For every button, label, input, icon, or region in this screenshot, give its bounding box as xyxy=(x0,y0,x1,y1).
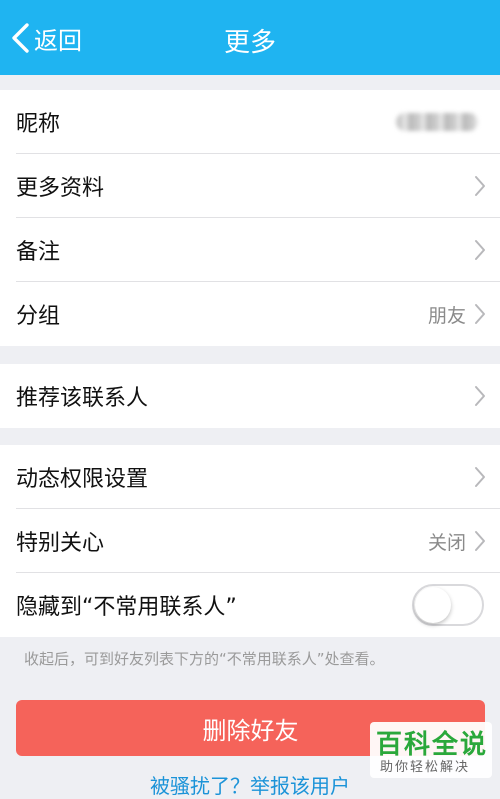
permission-row[interactable]: 动态权限设置 xyxy=(0,445,500,509)
group-label: 分组 xyxy=(16,304,61,329)
page-title: 更多 xyxy=(223,28,276,58)
chevron-right-icon xyxy=(474,466,486,488)
group-value: 朋友 xyxy=(427,304,466,327)
profile-group: 昵称 更多资料 备注 分组 朋友 xyxy=(0,90,500,346)
watermark-logo: 百科全说 助你轻松解决 xyxy=(370,722,492,778)
chevron-right-icon xyxy=(474,175,486,197)
chevron-right-icon xyxy=(474,303,486,325)
group-row[interactable]: 分组 朋友 xyxy=(0,282,500,346)
special-care-label: 特别关心 xyxy=(16,531,105,556)
special-care-value: 关闭 xyxy=(427,531,466,554)
remark-row[interactable]: 备注 xyxy=(0,218,500,282)
recommend-contact-row[interactable]: 推荐该联系人 xyxy=(0,364,500,428)
recommend-label: 推荐该联系人 xyxy=(16,386,149,411)
settings-group: 动态权限设置 特别关心 关闭 隐藏到“不常用联系人” xyxy=(0,445,500,637)
more-info-label: 更多资料 xyxy=(16,176,105,201)
top-nav-bar: 返回 更多 xyxy=(0,0,500,75)
chevron-right-icon xyxy=(474,530,486,552)
remark-label: 备注 xyxy=(16,240,61,265)
recommend-group: 推荐该联系人 xyxy=(0,364,500,428)
watermark-sub-text: 助你轻松解决 xyxy=(380,760,471,775)
nickname-label: 昵称 xyxy=(16,112,61,137)
nickname-row[interactable]: 昵称 xyxy=(0,90,500,154)
hide-contact-toggle[interactable] xyxy=(412,584,484,626)
toggle-knob xyxy=(415,587,451,623)
chevron-right-icon xyxy=(474,385,486,407)
chevron-right-icon xyxy=(474,239,486,261)
hide-contact-row: 隐藏到“不常用联系人” xyxy=(0,573,500,637)
hide-hint-text: 收起后，可到好友列表下方的“不常用联系人”处查看。 xyxy=(24,650,385,668)
hide-contact-label: 隐藏到“不常用联系人” xyxy=(16,595,237,620)
special-care-row[interactable]: 特别关心 关闭 xyxy=(0,509,500,573)
permission-label: 动态权限设置 xyxy=(16,467,149,492)
more-info-row[interactable]: 更多资料 xyxy=(0,154,500,218)
nickname-value-blurred xyxy=(396,113,478,131)
